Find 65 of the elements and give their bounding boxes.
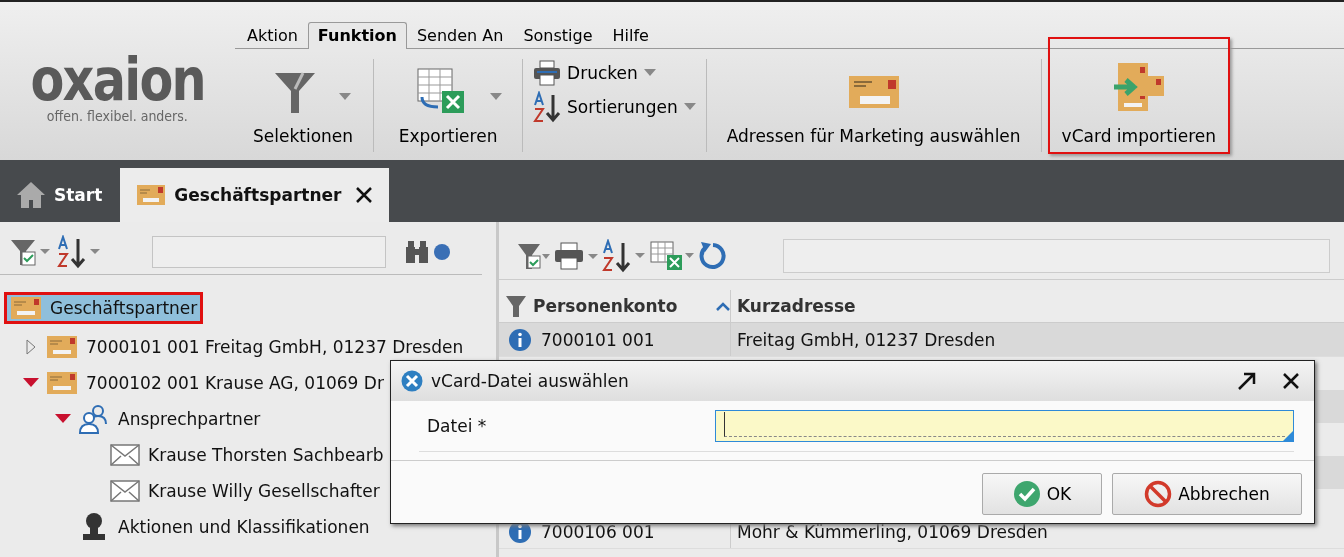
menu-tab[interactable]: Aktion [237, 22, 308, 49]
column-header[interactable]: Kurzadresse [731, 290, 856, 322]
logo-wordmark: oxaion [30, 54, 205, 106]
ribbon-button[interactable]: Drucken [529, 57, 700, 89]
dialog-title: vCard-Datei auswählen [431, 371, 630, 391]
prohibited-icon [1144, 480, 1173, 508]
search-field[interactable] [783, 238, 1330, 273]
tree-item[interactable]: Aktionen und Klassifikationen [72, 508, 376, 546]
ribbon-button[interactable]: Adressen für Marketing auswählen [712, 57, 1035, 154]
tree-item[interactable]: Krause Thorsten Sachbearb [104, 440, 390, 470]
field-label: Datei * [426, 416, 488, 436]
maximize-icon[interactable] [1236, 370, 1258, 392]
app-logo-icon [401, 370, 423, 392]
expanded-caret-icon[interactable] [55, 414, 71, 424]
sort-ascending-icon [716, 301, 730, 311]
printer-icon [533, 60, 562, 86]
menu-tab[interactable]: Senden An [406, 22, 514, 49]
envelope-import-icon [1111, 61, 1166, 111]
tree-item[interactable]: Ansprechpartner [72, 400, 267, 438]
tree-item[interactable]: 7000102 001 Krause AG, 01069 Dr [40, 367, 390, 399]
filter-icon[interactable] [10, 237, 52, 267]
tree-item[interactable]: 7000101 001 Freitag GmbH, 01237 Dresden [40, 331, 470, 363]
file-input-field[interactable] [715, 410, 1294, 442]
tree-item[interactable]: Krause Willy Gesellschafter [104, 476, 386, 506]
status-dot-icon [434, 244, 450, 260]
check-icon [1012, 480, 1041, 508]
ribbon-button[interactable]: Exportieren [380, 57, 517, 154]
envelope-icon [847, 74, 900, 110]
sort-icon [533, 91, 562, 123]
table-row[interactable]: 7000101 001 Freitag GmbH, 01237 Dresden [499, 323, 1344, 357]
mail-icon [110, 480, 140, 502]
home-icon [16, 181, 46, 209]
search-field[interactable] [152, 236, 386, 268]
ribbon-button[interactable]: vCard importieren [1047, 37, 1230, 154]
dialog-button[interactable]: OK [982, 473, 1102, 515]
menu-tab[interactable]: Hilfe [602, 22, 659, 49]
print-icon[interactable] [553, 240, 599, 271]
table-cell: Mohr & Kümmerling, 01069 Dresden [737, 521, 1048, 542]
sort-icon[interactable] [56, 235, 102, 269]
table-cell: Freitag GmbH, 01237 Dresden [737, 329, 996, 350]
tab[interactable]: Start [0, 168, 119, 222]
table-cell: 7000101 001 [541, 329, 655, 350]
binoculars-icon[interactable] [404, 239, 430, 265]
column-header[interactable]: Personenkonto [499, 290, 731, 322]
people-icon [78, 404, 110, 434]
logo-tagline: offen. flexibel. anders. [47, 108, 188, 124]
refresh-icon[interactable] [697, 239, 729, 272]
collapsed-caret-icon[interactable] [26, 339, 36, 355]
table-cell: 7000106 001 [541, 521, 655, 542]
menu-tab[interactable]: Sonstige [513, 22, 603, 49]
envelope-icon [136, 184, 167, 206]
ribbon-button[interactable]: Sortierungen [529, 91, 700, 123]
sort-icon[interactable] [601, 238, 647, 273]
expanded-caret-icon[interactable] [23, 378, 39, 388]
envelope-icon [10, 296, 42, 320]
envelope-icon [46, 371, 78, 395]
menu-tab[interactable]: Funktion [307, 22, 407, 49]
ribbon-button[interactable]: Selektionen [239, 57, 368, 154]
funnel-icon [505, 294, 527, 318]
mail-icon [110, 444, 140, 466]
dialog-button[interactable]: Abbrechen [1112, 473, 1302, 515]
tree-item[interactable]: Geschäftspartner [4, 292, 204, 324]
envelope-icon [46, 335, 78, 359]
tab[interactable]: Geschäftspartner [120, 168, 390, 222]
close-icon[interactable] [355, 186, 374, 204]
